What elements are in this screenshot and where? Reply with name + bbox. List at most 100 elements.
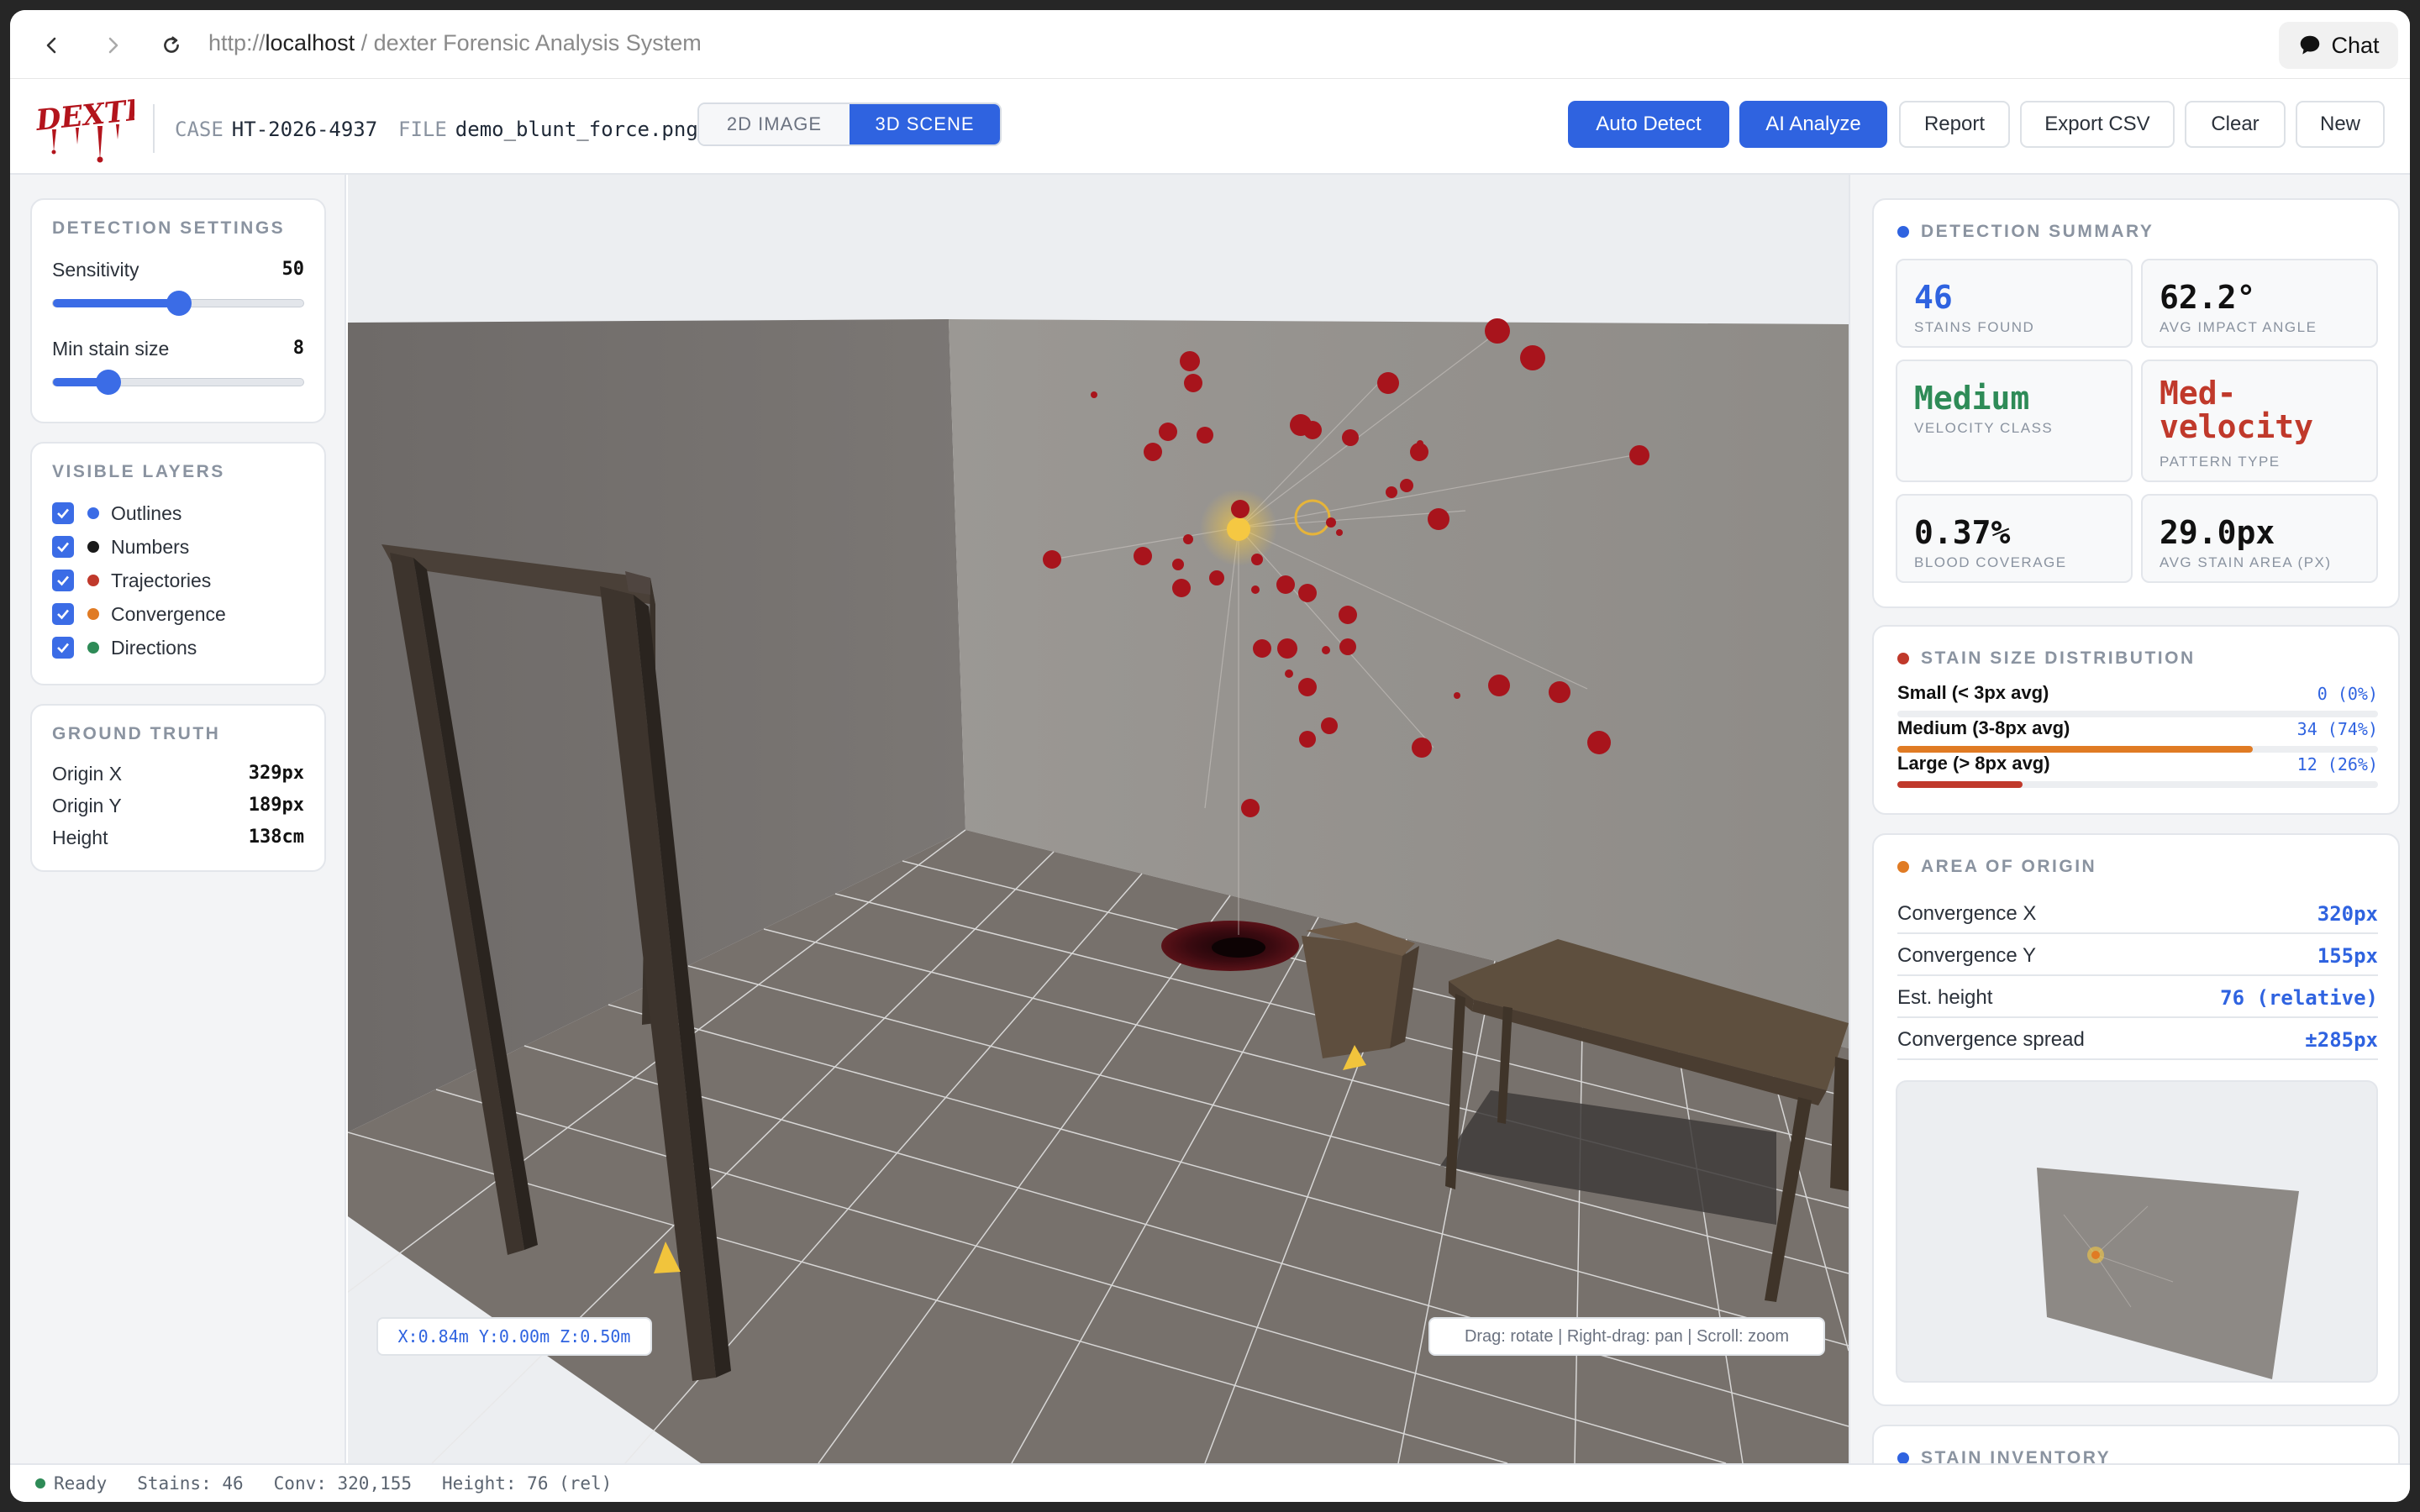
blood-stain[interactable] — [1299, 731, 1316, 748]
dist-row-medium: Medium (3-8px avg) 34 (74%) — [1897, 717, 2378, 754]
blood-stain[interactable] — [1241, 799, 1260, 817]
blood-stain[interactable] — [1339, 638, 1356, 655]
blood-stain[interactable] — [1298, 584, 1317, 602]
blood-stain[interactable] — [1303, 421, 1322, 439]
aoo-row: Est. height 76 (relative) — [1897, 976, 2378, 1018]
conv-x-label: Convergence X — [1897, 902, 2037, 925]
3d-scene-canvas[interactable] — [348, 175, 1849, 1463]
conv-spread-label: Convergence spread — [1897, 1028, 2085, 1051]
export-csv-button[interactable]: Export CSV — [2020, 101, 2175, 148]
stat-stains-found: 46 STAINS FOUND — [1896, 259, 2133, 348]
convergence-checkbox[interactable] — [52, 603, 74, 625]
blood-stain[interactable] — [1144, 443, 1162, 461]
ai-analyze-button[interactable]: AI Analyze — [1739, 101, 1887, 148]
blood-stain[interactable] — [1629, 445, 1649, 465]
velocity-class-caption: VELOCITY CLASS — [1914, 420, 2054, 436]
origin-mini-view[interactable] — [1896, 1080, 2378, 1383]
sensitivity-slider[interactable] — [52, 291, 304, 316]
blood-stain[interactable] — [1159, 423, 1177, 441]
blood-stain[interactable] — [1298, 678, 1317, 696]
blood-stain[interactable] — [1172, 559, 1184, 570]
layer-directions[interactable]: Directions — [52, 635, 197, 660]
convergence-point — [1227, 517, 1250, 541]
chat-label: Chat — [2331, 32, 2380, 58]
dist-row-small: Small (< 3px avg) 0 (0%) — [1897, 682, 2378, 719]
trajectories-checkbox[interactable] — [52, 570, 74, 591]
blood-stain[interactable] — [1339, 606, 1357, 624]
reload-icon[interactable] — [155, 29, 188, 62]
blood-stain[interactable] — [1276, 575, 1295, 594]
3d-viewport[interactable]: X:0.84m Y:0.00m Z:0.50m Drag: rotate | R… — [348, 175, 1849, 1463]
blood-stain[interactable] — [1386, 486, 1397, 498]
stat-impact-angle: 62.2° AVG IMPACT ANGLE — [2141, 259, 2378, 348]
blood-stain[interactable] — [1412, 738, 1432, 758]
blood-stain[interactable] — [1454, 692, 1460, 699]
blood-stain[interactable] — [1209, 570, 1224, 585]
sensitivity-value: 50 — [281, 259, 305, 280]
directions-checkbox[interactable] — [52, 637, 74, 659]
dexter-logo: DEXTER — [35, 92, 134, 163]
blood-stain[interactable] — [1184, 374, 1202, 392]
new-button[interactable]: New — [2296, 101, 2385, 148]
report-button[interactable]: Report — [1899, 101, 2010, 148]
status-convergence: Conv: 320,155 — [273, 1473, 413, 1494]
min-stain-slider[interactable] — [52, 370, 304, 395]
blood-stain[interactable] — [1172, 579, 1191, 597]
min-stain-slider-handle[interactable] — [96, 370, 121, 395]
blood-stain[interactable] — [1091, 391, 1097, 398]
small-label: Small (< 3px avg) — [1897, 682, 2049, 703]
layer-trajectories[interactable]: Trajectories — [52, 568, 211, 593]
outlines-checkbox[interactable] — [52, 502, 74, 524]
blood-stain[interactable] — [1377, 372, 1399, 394]
blood-stain[interactable] — [1549, 681, 1570, 703]
layer-outlines[interactable]: Outlines — [52, 501, 182, 526]
numbers-checkbox[interactable] — [52, 536, 74, 558]
blood-stain[interactable] — [1253, 639, 1271, 658]
blood-stain[interactable] — [1251, 585, 1260, 594]
sensitivity-slider-fill — [53, 299, 179, 307]
blood-stain[interactable] — [1417, 440, 1423, 447]
blood-stain[interactable] — [1587, 731, 1611, 754]
back-icon[interactable] — [35, 29, 69, 62]
tab-2d-image[interactable]: 2D IMAGE — [699, 104, 850, 144]
blood-stain[interactable] — [1336, 529, 1343, 536]
blood-stain[interactable] — [1326, 517, 1336, 528]
aoo-row: Convergence X 320px — [1897, 892, 2378, 934]
small-bar — [1897, 711, 2378, 717]
sensitivity-slider-handle[interactable] — [166, 291, 192, 316]
blood-stain[interactable] — [1342, 429, 1359, 446]
blood-stain[interactable] — [1520, 345, 1545, 370]
origin-y-label: Origin Y — [52, 795, 122, 816]
blood-stain[interactable] — [1197, 427, 1213, 444]
blood-stain[interactable] — [1277, 638, 1297, 659]
aoo-row: Convergence Y 155px — [1897, 934, 2378, 976]
blood-stain[interactable] — [1488, 675, 1510, 696]
chat-button[interactable]: Chat — [2279, 22, 2398, 69]
auto-detect-button[interactable]: Auto Detect — [1568, 101, 1729, 148]
blood-stain[interactable] — [1428, 508, 1449, 530]
blood-stain[interactable] — [1231, 500, 1249, 518]
blood-stain[interactable] — [1180, 351, 1200, 371]
blood-stain[interactable] — [1251, 554, 1263, 565]
blood-stain[interactable] — [1043, 550, 1061, 569]
blood-stain[interactable] — [1285, 669, 1293, 678]
blood-stain[interactable] — [1322, 646, 1330, 654]
status-dot-icon — [35, 1478, 45, 1488]
blood-stain[interactable] — [1485, 318, 1510, 344]
est-height-label: Est. height — [1897, 986, 1993, 1009]
blood-stain[interactable] — [1134, 547, 1152, 565]
avg-stain-area-caption: AVG STAIN AREA (PX) — [2160, 554, 2332, 570]
large-count: 12 (26%) — [2296, 754, 2378, 774]
url-host: localhost — [265, 30, 355, 55]
clear-button[interactable]: Clear — [2185, 101, 2286, 148]
file-value: demo_blunt_force.png — [455, 118, 698, 141]
address-bar[interactable]: http://localhost / dexter Forensic Analy… — [208, 30, 702, 56]
blood-stain[interactable] — [1321, 717, 1338, 734]
url-separator: / — [355, 30, 374, 55]
layer-convergence[interactable]: Convergence — [52, 601, 226, 627]
blood-stain[interactable] — [1183, 534, 1193, 544]
forward-icon[interactable] — [96, 29, 129, 62]
layer-numbers[interactable]: Numbers — [52, 534, 189, 559]
blood-stain[interactable] — [1400, 479, 1413, 492]
tab-3d-scene[interactable]: 3D SCENE — [850, 104, 1000, 144]
